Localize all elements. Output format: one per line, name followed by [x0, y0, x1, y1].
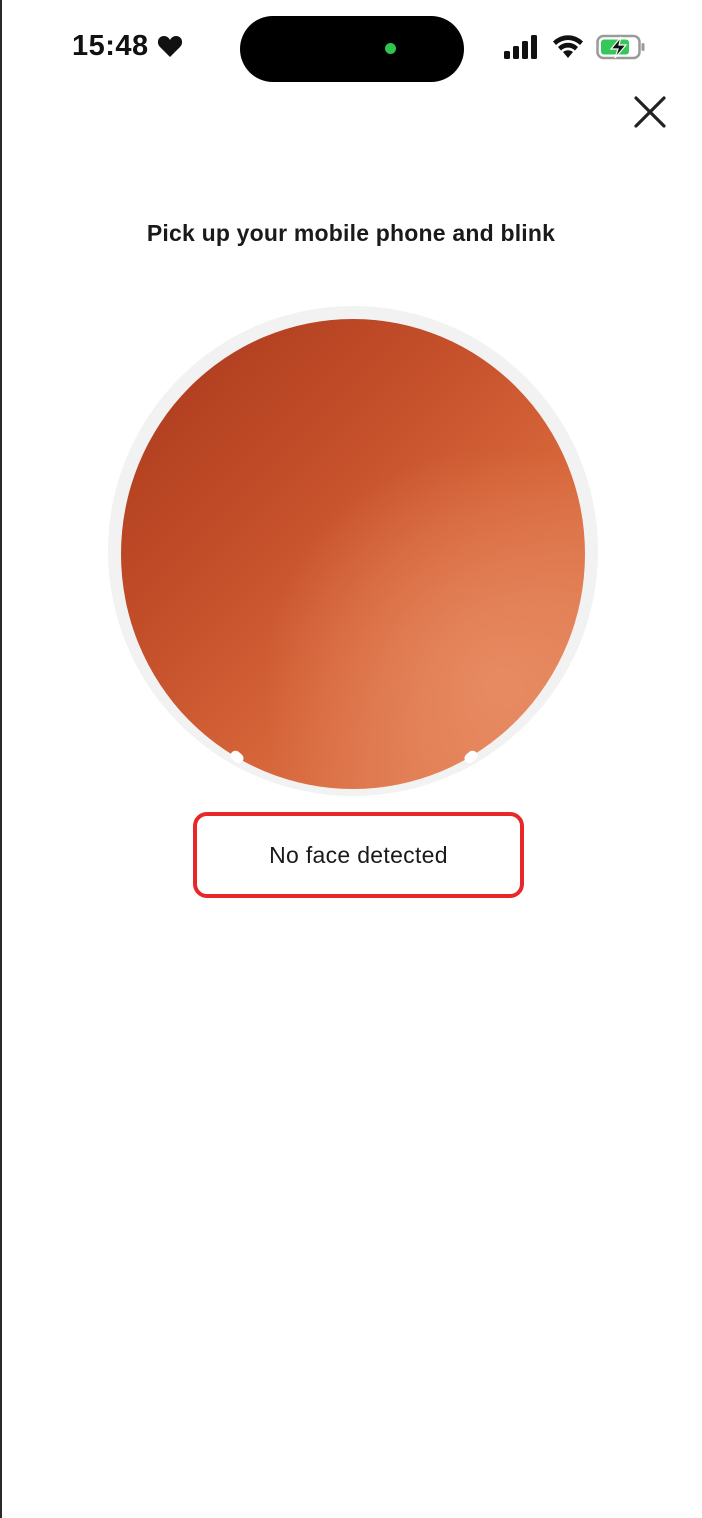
status-bar-time: 15:48 [72, 30, 183, 63]
wifi-icon [553, 35, 583, 58]
camera-preview [121, 319, 585, 789]
face-status-message: No face detected [269, 841, 448, 868]
instruction-title: Pick up your mobile phone and blink [146, 220, 556, 246]
close-button[interactable] [628, 90, 672, 134]
face-status-box: No face detected [193, 812, 524, 898]
battery-charging-icon [596, 34, 645, 60]
signal-icon [504, 35, 537, 59]
close-icon [634, 96, 666, 128]
heart-icon [157, 35, 182, 57]
time-label: 15:48 [72, 30, 149, 62]
dynamic-island [240, 16, 464, 82]
status-bar-icons [504, 34, 646, 60]
camera-indicator-dot [385, 43, 396, 54]
